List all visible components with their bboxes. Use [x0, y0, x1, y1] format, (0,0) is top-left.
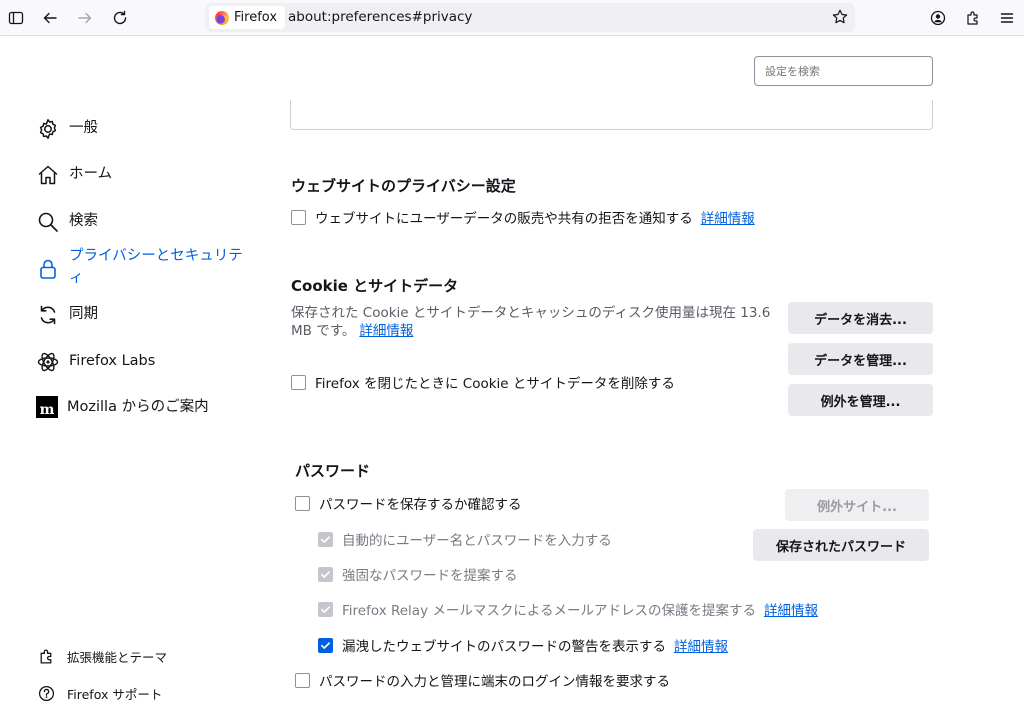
checkmark-icon: [320, 604, 331, 615]
sidebar-item-label: 一般: [69, 117, 98, 139]
cookies-usage-description: 保存された Cookie とサイトデータとキャッシュのディスク使用量は現在 13…: [291, 304, 771, 340]
lock-icon: [36, 257, 60, 281]
ask-save-row[interactable]: パスワードを保存するか確認する: [295, 493, 522, 513]
account-button[interactable]: [926, 6, 950, 30]
suggest-strong-checkbox[interactable]: [318, 567, 333, 582]
gpc-checkbox[interactable]: [291, 210, 306, 225]
extensions-button[interactable]: [961, 6, 985, 30]
gpc-label: ウェブサイトにユーザーデータの販売や共有の拒否を通知する: [315, 207, 693, 227]
checkmark-icon: [320, 569, 331, 580]
sidebar-footer-label: Firefox サポート: [67, 684, 162, 703]
sidebar-footer-label: 拡張機能とテーマ: [67, 647, 167, 666]
require-device-auth-checkbox[interactable]: [295, 673, 310, 688]
arrow-right-icon: [77, 10, 93, 26]
sidebar-item-label: ホーム: [69, 163, 112, 185]
delete-on-close-row[interactable]: Firefox を閉じたときに Cookie とサイトデータを削除する: [291, 372, 675, 392]
settings-search-input[interactable]: [754, 56, 933, 86]
puzzle-icon: [965, 10, 981, 26]
ask-save-label: パスワードを保存するか確認する: [319, 493, 522, 513]
passwords-heading: パスワード: [295, 460, 370, 481]
sync-icon: [36, 303, 60, 327]
relay-learn-more-link[interactable]: 詳細情報: [764, 599, 818, 619]
url-bar[interactable]: Firefox about:preferences#privacy: [205, 3, 855, 32]
suggest-strong-label: 強固なパスワードを提案する: [342, 564, 518, 584]
sidebar-item-home[interactable]: ホーム: [36, 163, 112, 187]
bookmark-star-icon[interactable]: [831, 8, 849, 26]
sidebar-item-sync[interactable]: 同期: [36, 303, 98, 327]
autofill-row[interactable]: 自動的にユーザー名とパスワードを入力する: [318, 529, 612, 549]
sidebar-item-label: プライバシーとセキュリティ: [69, 245, 249, 289]
arrow-left-icon: [42, 10, 58, 26]
forward-button[interactable]: [73, 6, 97, 30]
relay-checkbox[interactable]: [318, 602, 333, 617]
sidebar-item-search[interactable]: 検索: [36, 210, 98, 234]
home-icon: [36, 163, 60, 187]
delete-on-close-checkbox[interactable]: [291, 375, 306, 390]
sidebar-item-general[interactable]: 一般: [36, 117, 98, 141]
checkmark-icon: [320, 640, 331, 651]
saved-passwords-button[interactable]: 保存されたパスワード: [753, 529, 929, 561]
sidebar-toggle-button[interactable]: [4, 6, 28, 30]
breach-learn-more-link[interactable]: 詳細情報: [674, 635, 728, 655]
clear-data-button[interactable]: データを消去...: [788, 302, 933, 334]
help-icon: [38, 685, 55, 702]
manage-data-button[interactable]: データを管理...: [788, 343, 933, 375]
sidebar-item-label: Mozilla からのご案内: [67, 396, 209, 418]
browser-toolbar: Firefox about:preferences#privacy: [0, 0, 1024, 36]
url-text[interactable]: about:preferences#privacy: [288, 9, 472, 25]
sidebar-item-label: Firefox Labs: [69, 350, 155, 372]
reload-button[interactable]: [108, 6, 132, 30]
sidebar-footer-support[interactable]: Firefox サポート: [38, 684, 162, 703]
previous-section-box: [290, 100, 933, 130]
sidebar-footer-addons[interactable]: 拡張機能とテーマ: [38, 647, 167, 666]
relay-label: Firefox Relay メールマスクによるメールアドレスの保護を提案する: [342, 599, 756, 619]
sidebar-item-label: 検索: [69, 210, 98, 232]
puzzle-icon: [38, 648, 55, 665]
require-device-auth-label: パスワードの入力と管理に端末のログイン情報を要求する: [319, 670, 670, 690]
autofill-label: 自動的にユーザー名とパスワードを入力する: [342, 529, 612, 549]
back-button[interactable]: [38, 6, 62, 30]
search-icon: [36, 210, 60, 234]
mozilla-icon: m: [36, 396, 58, 418]
delete-on-close-label: Firefox を閉じたときに Cookie とサイトデータを削除する: [315, 372, 675, 392]
breach-alerts-checkbox[interactable]: [318, 638, 333, 653]
autofill-checkbox[interactable]: [318, 532, 333, 547]
gpc-checkbox-row[interactable]: ウェブサイトにユーザーデータの販売や共有の拒否を通知する 詳細情報: [291, 207, 755, 227]
password-exceptions-button[interactable]: 例外サイト...: [785, 489, 929, 521]
website-privacy-heading: ウェブサイトのプライバシー設定: [291, 175, 516, 196]
reload-icon: [112, 10, 128, 26]
sidebar-item-label: 同期: [69, 303, 98, 325]
cookies-heading: Cookie とサイトデータ: [291, 275, 458, 296]
manage-exceptions-button[interactable]: 例外を管理...: [788, 384, 933, 416]
hamburger-menu-icon: [999, 10, 1015, 26]
identity-label: Firefox: [234, 10, 277, 25]
gpc-learn-more-link[interactable]: 詳細情報: [701, 207, 755, 227]
ask-save-checkbox[interactable]: [295, 496, 310, 511]
require-device-auth-row[interactable]: パスワードの入力と管理に端末のログイン情報を要求する: [295, 670, 670, 690]
labs-atom-icon: [36, 350, 60, 374]
identity-box[interactable]: Firefox: [209, 6, 285, 29]
cookies-learn-more-link[interactable]: 詳細情報: [359, 323, 413, 339]
sidebar-icon: [8, 10, 24, 26]
gear-icon: [36, 117, 60, 141]
checkmark-icon: [320, 534, 331, 545]
app-menu-button[interactable]: [995, 6, 1019, 30]
breach-alerts-row[interactable]: 漏洩したウェブサイトのパスワードの警告を表示する 詳細情報: [318, 635, 728, 655]
suggest-strong-row[interactable]: 強固なパスワードを提案する: [318, 564, 518, 584]
relay-row[interactable]: Firefox Relay メールマスクによるメールアドレスの保護を提案する 詳…: [318, 599, 818, 619]
firefox-logo-icon: [215, 11, 229, 25]
sidebar-item-mozilla[interactable]: m Mozilla からのご案内: [36, 396, 209, 418]
breach-alerts-label: 漏洩したウェブサイトのパスワードの警告を表示する: [342, 635, 666, 655]
sidebar-item-firefox-labs[interactable]: Firefox Labs: [36, 350, 155, 374]
account-icon: [930, 10, 946, 26]
sidebar-item-privacy[interactable]: プライバシーとセキュリティ: [36, 245, 249, 289]
